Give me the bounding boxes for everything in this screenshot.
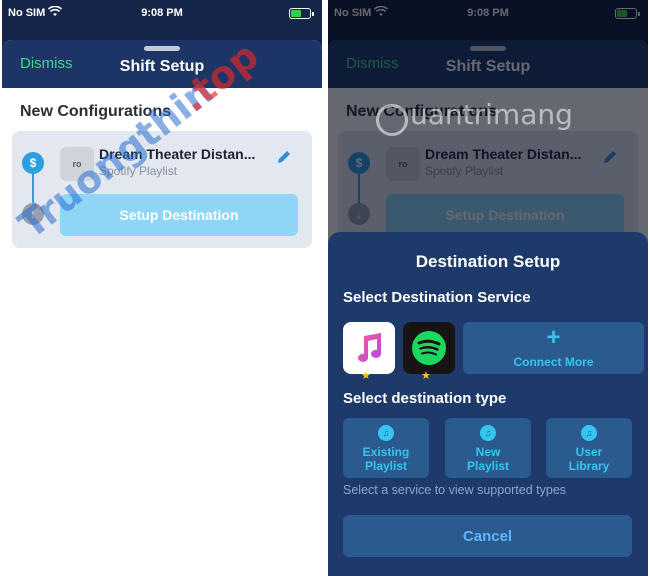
connect-more-button[interactable]: + Connect More: [463, 322, 644, 374]
step-connector: [32, 174, 34, 203]
status-bar: No SIM 9:08 PM: [2, 0, 322, 28]
new-playlist-option[interactable]: ♫ New Playlist: [445, 418, 531, 478]
destination-setup-modal: Destination Setup Select Destination Ser…: [328, 232, 648, 576]
favorite-star-icon: ★: [421, 370, 431, 382]
destination-step-icon: ↓: [22, 203, 44, 225]
left-phone-screen: No SIM 9:08 PM Dismiss Shift Setup New C…: [2, 0, 322, 576]
option-label: User Library: [568, 445, 610, 473]
type-section-title: Select destination type: [343, 390, 507, 407]
existing-playlist-option[interactable]: ♫ Existing Playlist: [343, 418, 429, 478]
spotify-icon: [412, 331, 446, 365]
service-section-title: Select Destination Service: [343, 289, 531, 306]
battery-icon: [289, 8, 314, 19]
cancel-button[interactable]: Cancel: [343, 515, 632, 557]
user-library-option[interactable]: ♫ User Library: [546, 418, 632, 478]
music-note-icon: ♫: [480, 425, 496, 441]
thumbnail-text: ro: [72, 159, 82, 169]
configuration-card: $ ↓ ro Dream Theater Distan... Spotify P…: [12, 131, 312, 248]
type-hint-text: Select a service to view supported types: [343, 483, 567, 497]
spotify-service-button[interactable]: ★: [403, 322, 455, 382]
connect-more-label: Connect More: [513, 355, 594, 369]
source-step-icon: $: [22, 152, 44, 174]
option-label: Existing Playlist: [362, 445, 410, 473]
playlist-thumbnail: ro: [60, 147, 94, 181]
music-note-icon: ♫: [378, 425, 394, 441]
plus-icon: +: [546, 324, 561, 351]
section-title: New Configurations: [20, 103, 172, 120]
option-label: New Playlist: [466, 445, 510, 473]
setup-destination-button[interactable]: Setup Destination: [60, 194, 298, 236]
favorite-star-icon: ★: [361, 370, 371, 382]
apple-music-service-button[interactable]: ★: [343, 322, 395, 382]
sheet-header: Dismiss Shift Setup: [2, 40, 322, 88]
edit-pencil-icon[interactable]: [276, 149, 292, 165]
music-note-icon: ♫: [581, 425, 597, 441]
playlist-source: Spotify Playlist: [99, 164, 178, 178]
sheet-title: Shift Setup: [119, 58, 205, 75]
apple-music-icon: [358, 333, 381, 362]
modal-title: Destination Setup: [415, 252, 561, 271]
shift-setup-sheet: Dismiss Shift Setup New Configurations $…: [2, 40, 322, 576]
playlist-name: Dream Theater Distan...: [99, 146, 256, 162]
right-phone-screen: No SIM 9:08 PM Dismiss Shift Setup New C…: [328, 0, 648, 576]
status-time: 9:08 PM: [141, 7, 183, 19]
sheet-grabber[interactable]: [144, 46, 180, 51]
